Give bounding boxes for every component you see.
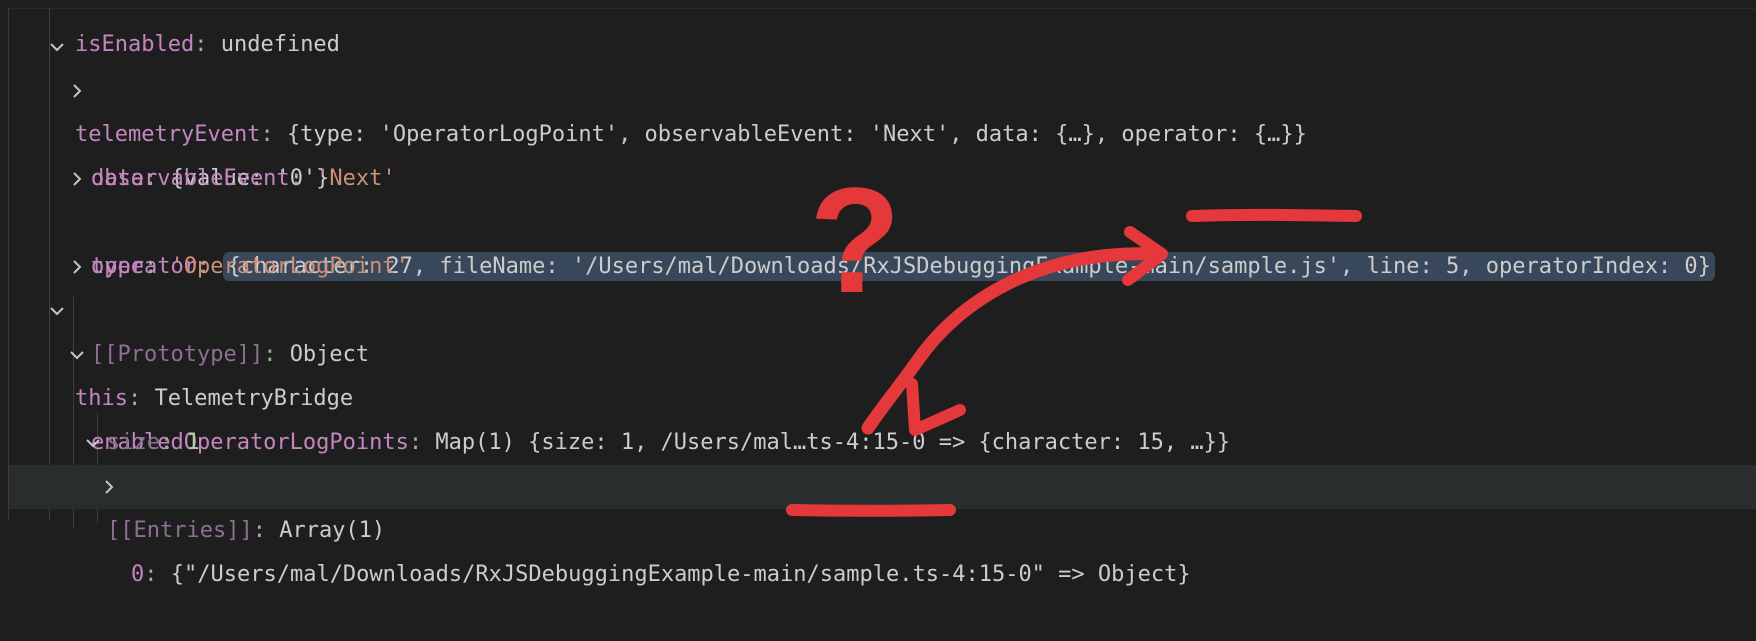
variables-panel: isEnabled: undefined telemetryEvent: {ty… <box>8 8 1756 587</box>
variable-row-operator[interactable]: operator: {character: 27, fileName: '/Us… <box>9 157 1756 281</box>
variable-row-isenabled[interactable]: isEnabled: undefined <box>9 0 1756 57</box>
chevron-down-icon[interactable] <box>69 347 85 363</box>
chevron-down-icon[interactable] <box>49 303 65 319</box>
chevron-down-icon[interactable] <box>85 435 101 451</box>
variable-value: Array(1) <box>279 518 386 543</box>
variable-row-observableevent[interactable]: observableEvent: 'Next' <box>9 113 1756 191</box>
variable-row-data[interactable]: data: {value: '0'} <box>9 69 1756 191</box>
variable-row-type[interactable]: type: 'OperatorLogPoint' <box>9 201 1756 279</box>
variable-name: [[Entries]] <box>107 518 253 543</box>
variable-row-size[interactable]: size: 1 <box>9 377 1756 455</box>
variable-name: 0 <box>131 562 145 587</box>
chevron-right-icon[interactable] <box>69 259 85 275</box>
variable-row-this[interactable]: this: TelemetryBridge <box>9 289 1756 411</box>
chevron-right-icon[interactable] <box>101 479 117 495</box>
variable-row-entries[interactable]: [[Entries]]: Array(1) <box>9 421 1756 543</box>
chevron-right-icon[interactable] <box>69 83 85 99</box>
chevron-right-icon[interactable] <box>69 171 85 187</box>
variable-row-entry-0[interactable]: 0: {"/Users/mal/Downloads/RxJSDebuggingE… <box>9 465 1756 587</box>
variable-row-prototype[interactable]: [[Prototype]]: Object <box>9 245 1756 367</box>
variable-row-telemetryevent[interactable]: telemetryEvent: {type: 'OperatorLogPoint… <box>9 25 1756 147</box>
variable-row-enabledoperatorlogpoints[interactable]: enabledOperatorLogPoints: Map(1) {size: … <box>9 333 1756 455</box>
variable-value: {"/Users/mal/Downloads/RxJSDebuggingExam… <box>170 562 1191 587</box>
chevron-down-icon[interactable] <box>49 39 65 55</box>
